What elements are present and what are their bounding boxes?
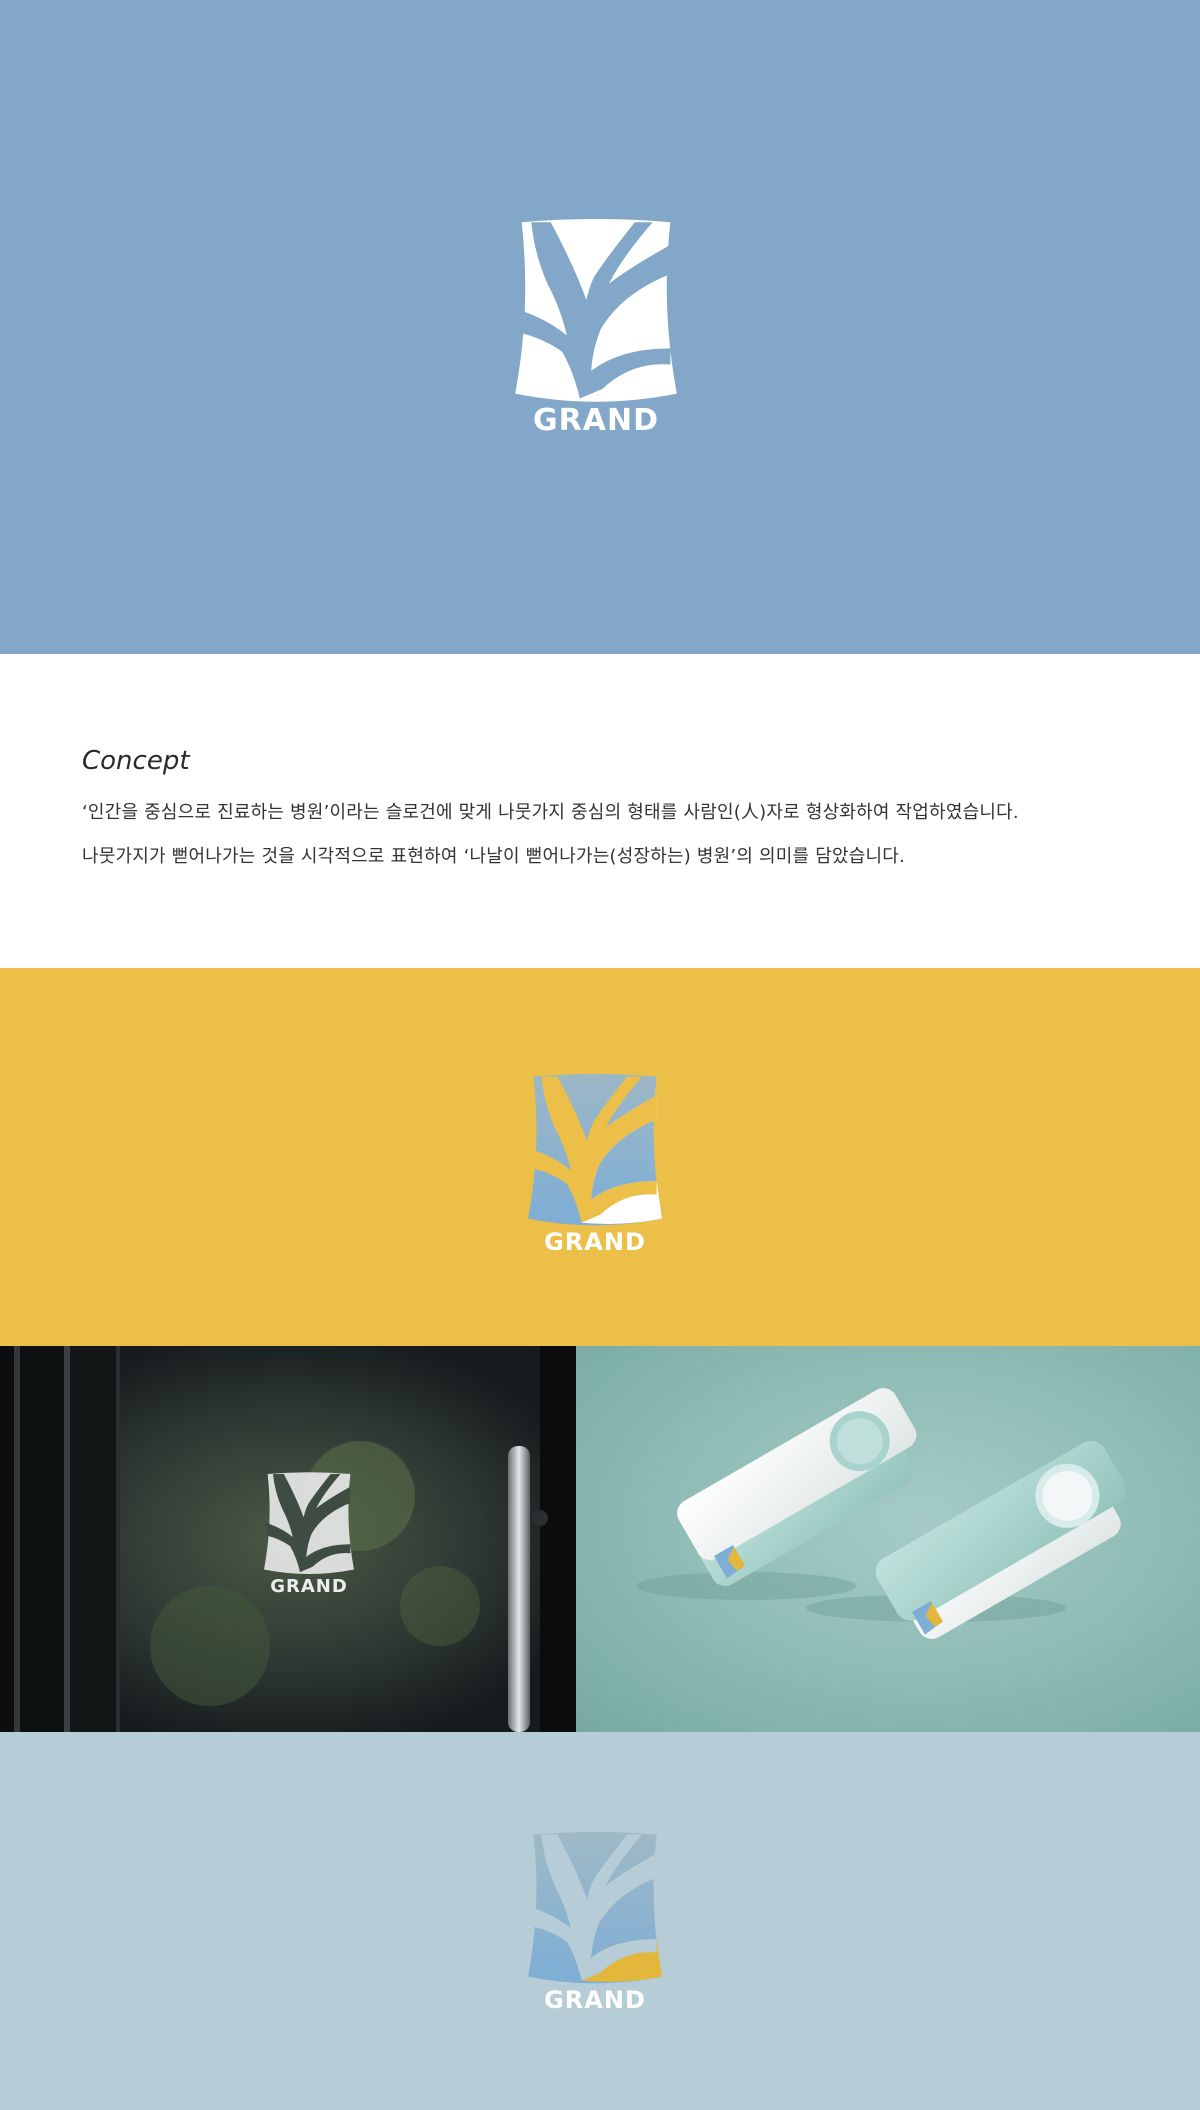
- yellow-logo-section: GRAND: [0, 968, 1200, 1346]
- grand-logo-color-alt: GRAND: [528, 1832, 662, 2022]
- usb-drive-icon: [636, 1388, 1127, 1640]
- glass-logo: GRAND: [264, 1472, 354, 1622]
- tree-branch-logo-icon: [515, 219, 677, 402]
- pale-logo-section: GRAND: [0, 1732, 1200, 2110]
- logo-wordmark: GRAND: [544, 1986, 646, 2014]
- logo-wordmark: GRAND: [533, 403, 659, 438]
- mockups-section: GRAND: [0, 1346, 1200, 1732]
- concept-line-1: ‘인간을 중심으로 진료하는 병원’이라는 슬로건에 맞게 나뭇가지 중심의 형…: [82, 802, 1019, 823]
- grand-logo-color: GRAND: [528, 1074, 662, 1264]
- logo-wordmark: GRAND: [270, 1576, 348, 1597]
- glass-door-mockup: GRAND: [0, 1346, 576, 1732]
- grand-logo: GRAND: [515, 219, 677, 444]
- logo-wordmark: GRAND: [544, 1228, 646, 1256]
- usb-drive-mockup: [576, 1346, 1200, 1732]
- hero-section: GRAND: [0, 0, 1200, 654]
- tree-branch-logo-icon: [528, 1074, 662, 1226]
- tree-branch-logo-icon: [528, 1832, 662, 1984]
- concept-line-2: 나뭇가지가 뻗어나가는 것을 시각적으로 표현하여 ‘나날이 뻗어나가는(성장하…: [82, 846, 905, 867]
- tree-branch-logo-icon: [264, 1472, 354, 1574]
- concept-title: Concept: [82, 746, 190, 776]
